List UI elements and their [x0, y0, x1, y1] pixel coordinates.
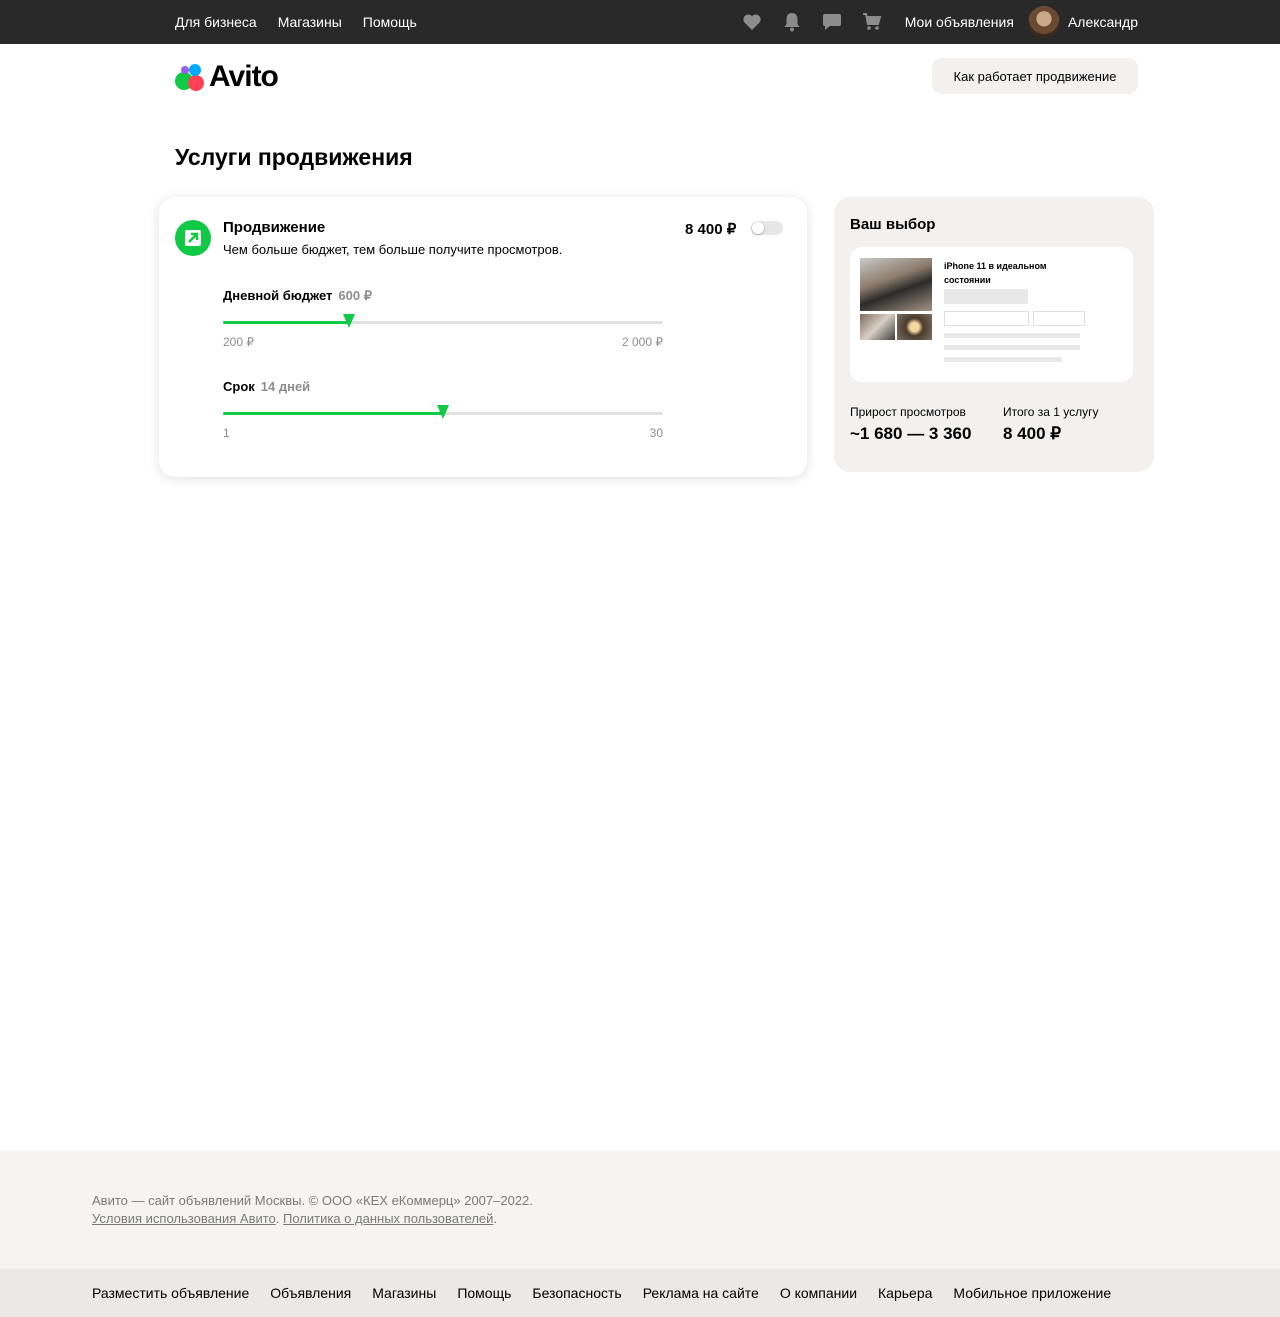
nav-link-help[interactable]: Помощь — [363, 14, 417, 30]
term-min-label: 1 — [223, 426, 230, 440]
footer-nav-help[interactable]: Помощь — [457, 1285, 511, 1301]
budget-slider[interactable] — [223, 314, 663, 328]
listing-preview-card: iPhone 11 в идеальном состоянии — [850, 247, 1133, 382]
preview-placeholder-line — [944, 345, 1080, 350]
budget-max-label: 2 000 ₽ — [622, 335, 663, 349]
footer-nav-security[interactable]: Безопасность — [532, 1285, 621, 1301]
views-growth-label: Прирост просмотров — [850, 405, 966, 419]
footer-nav-mobile-app[interactable]: Мобильное приложение — [953, 1285, 1111, 1301]
promotion-subtitle: Чем больше бюджет, тем больше получите п… — [223, 242, 563, 257]
terms-link[interactable]: Условия использования Авито — [92, 1211, 276, 1226]
footer-nav-shops[interactable]: Магазины — [372, 1285, 436, 1301]
logo-text: Avito — [209, 60, 279, 93]
footer-navigation: Разместить объявление Объявления Магазин… — [0, 1269, 1280, 1317]
top-nav-user-area: Мои объявления Александр — [741, 0, 1138, 44]
promotion-price: 8 400 ₽ — [685, 221, 737, 238]
chat-icon[interactable] — [821, 11, 843, 33]
total-label: Итого за 1 услугу — [1003, 405, 1099, 419]
footer-legal-links: Условия использования Авито. Политика о … — [92, 1211, 497, 1226]
preview-placeholder-box — [944, 311, 1029, 326]
preview-placeholder-price — [944, 289, 1028, 304]
avito-logo[interactable]: Avito — [175, 60, 279, 94]
term-slider[interactable] — [223, 405, 663, 419]
views-growth-value: ~1 680 — 3 360 — [850, 424, 972, 443]
budget-min-label: 200 ₽ — [223, 335, 254, 349]
preview-placeholder-line — [944, 333, 1080, 338]
budget-slider-fill — [223, 321, 349, 324]
listing-photo-main — [860, 258, 932, 311]
preview-placeholder-box — [1033, 311, 1085, 326]
promotion-title: Продвижение — [223, 219, 326, 236]
nav-link-shops[interactable]: Магазины — [278, 14, 342, 30]
username[interactable]: Александр — [1068, 14, 1138, 30]
nav-link-business[interactable]: Для бизнеса — [175, 14, 257, 30]
listing-photo-thumb — [860, 314, 895, 340]
promotion-toggle[interactable] — [751, 221, 783, 235]
footer-nav-advertising[interactable]: Реклама на сайте — [643, 1285, 759, 1301]
total-value: 8 400 ₽ — [1003, 424, 1062, 443]
budget-slider-thumb[interactable] — [342, 314, 355, 328]
promotion-arrow-icon — [175, 220, 211, 256]
footer-nav-items: Разместить объявление Объявления Магазин… — [92, 1269, 1111, 1317]
preview-placeholder-line — [944, 357, 1062, 362]
listing-photo-thumb — [897, 314, 932, 340]
logo-dots-icon — [175, 61, 207, 93]
privacy-link[interactable]: Политика о данных пользователей — [283, 1211, 493, 1226]
listing-preview-title: iPhone 11 в идеальном состоянии — [944, 261, 1047, 285]
avatar[interactable] — [1027, 6, 1060, 38]
link-terminator: . — [493, 1211, 498, 1226]
footer-nav-post-ad[interactable]: Разместить объявление — [92, 1285, 249, 1301]
toggle-knob — [752, 222, 764, 234]
footer-nav-ads[interactable]: Объявления — [270, 1285, 351, 1301]
your-choice-panel: Ваш выбор iPhone 11 в идеальном состояни… — [834, 197, 1154, 472]
my-ads-link[interactable]: Мои объявления — [905, 14, 1014, 30]
bell-icon[interactable] — [781, 11, 803, 33]
budget-value: 600 ₽ — [338, 288, 372, 303]
term-value: 14 дней — [260, 379, 311, 394]
top-navigation-bar: Для бизнеса Магазины Помощь Мои объявлен… — [0, 0, 1280, 44]
footer-nav-about[interactable]: О компании — [780, 1285, 857, 1301]
budget-label-row: Дневной бюджет 600 ₽ — [223, 288, 372, 304]
footer-nav-careers[interactable]: Карьера — [878, 1285, 932, 1301]
page-title: Услуги продвижения — [175, 144, 413, 170]
footer: Авито — сайт объявлений Москвы. © ООО «К… — [0, 1151, 1280, 1269]
footer-copyright: Авито — сайт объявлений Москвы. © ООО «К… — [92, 1193, 533, 1208]
link-separator: . — [275, 1211, 284, 1226]
term-max-label: 30 — [649, 426, 663, 440]
how-promotion-works-button[interactable]: Как работает продвижение — [932, 58, 1138, 94]
term-slider-fill — [223, 412, 443, 415]
term-label: Срок — [223, 379, 255, 394]
term-slider-thumb[interactable] — [437, 405, 449, 419]
your-choice-title: Ваш выбор — [850, 216, 936, 233]
promotion-card: Продвижение Чем больше бюджет, тем больш… — [159, 197, 807, 477]
term-label-row: Срок 14 дней — [223, 379, 310, 394]
cart-icon[interactable] — [861, 11, 883, 33]
budget-label: Дневной бюджет — [223, 288, 333, 303]
heart-icon[interactable] — [741, 11, 763, 33]
top-nav-links: Для бизнеса Магазины Помощь — [175, 0, 417, 44]
